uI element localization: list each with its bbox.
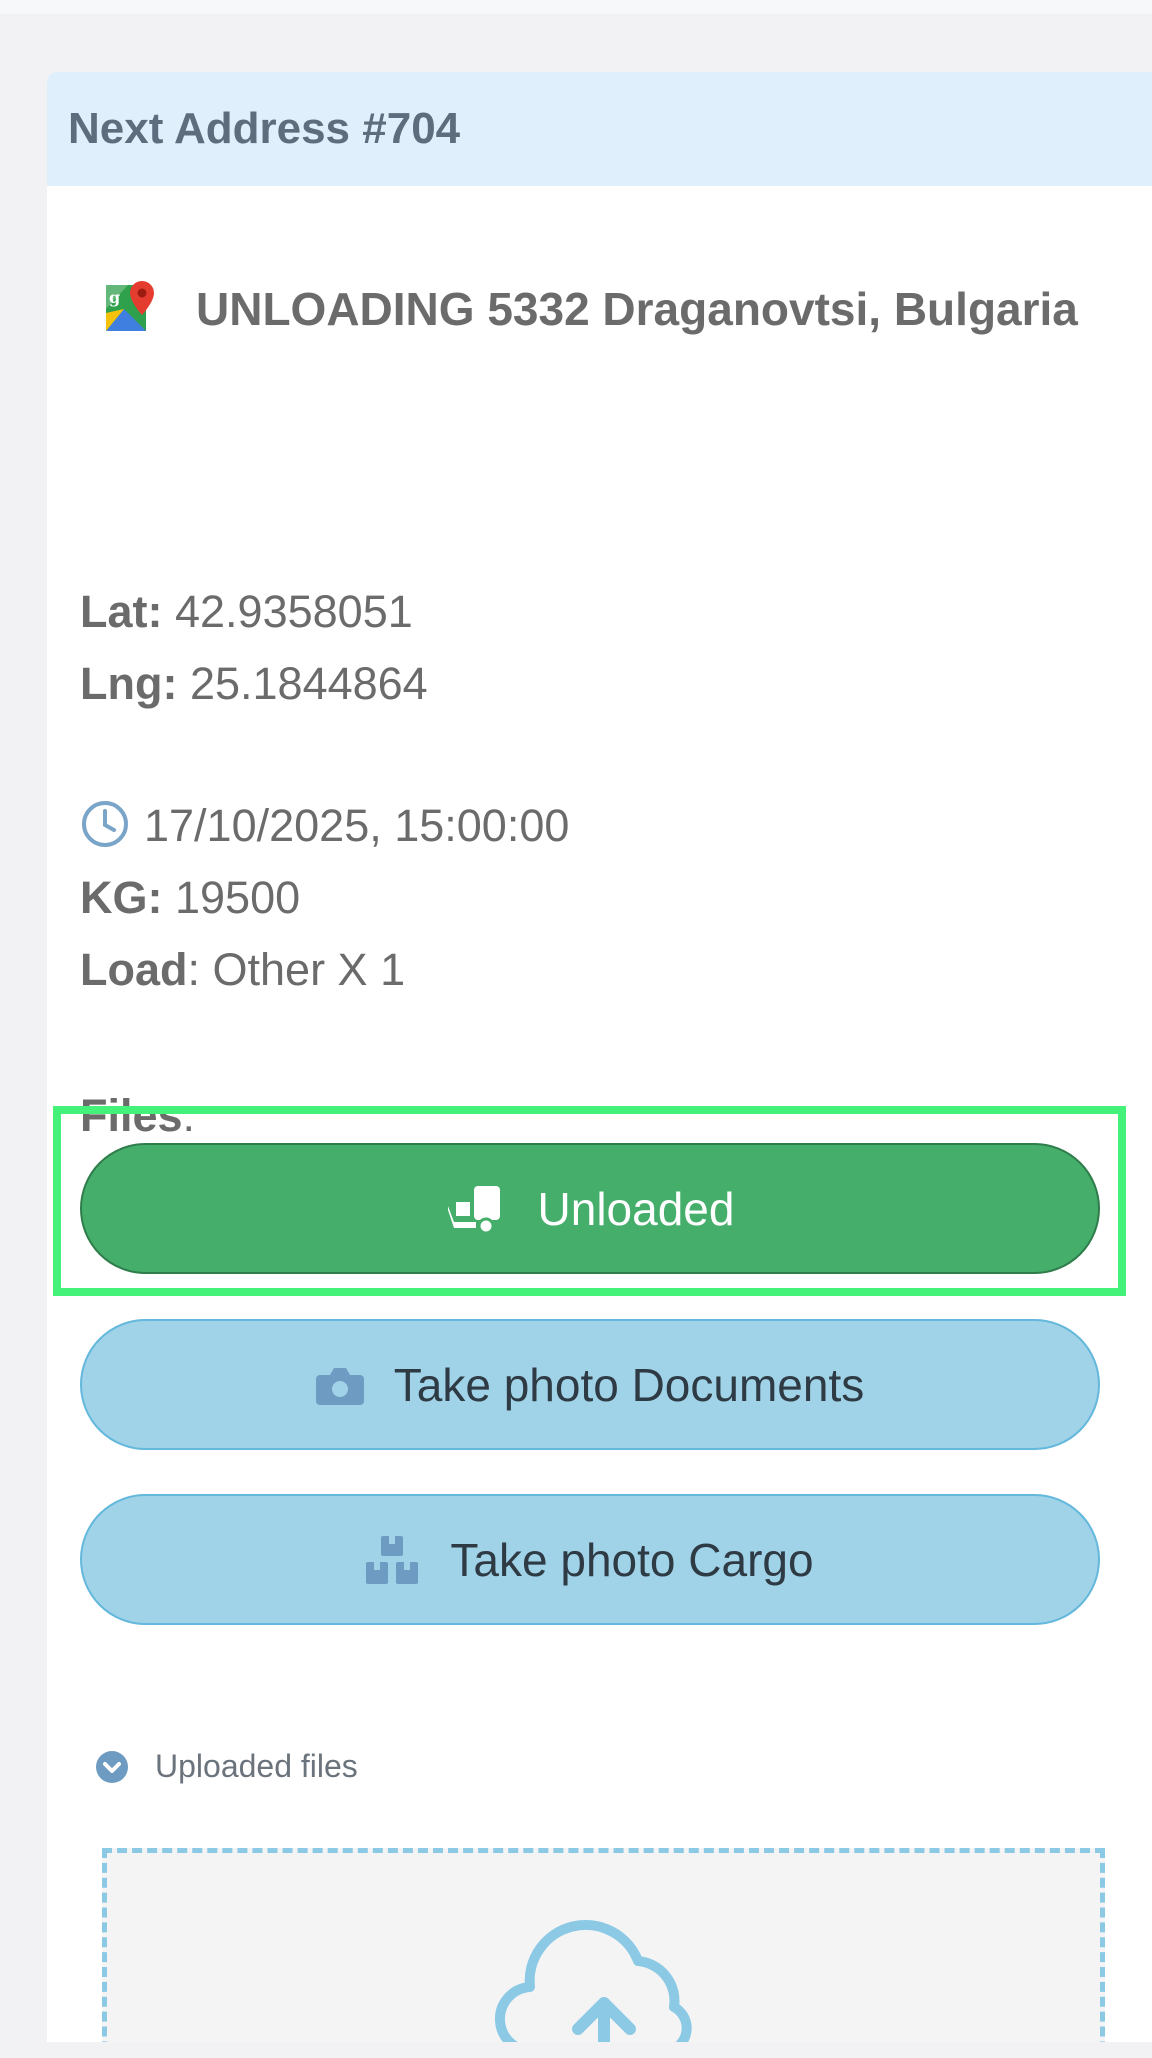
- lat-label: Lat:: [80, 586, 163, 637]
- coordinates: Lat: 42.9358051 Lng: 25.1844864: [80, 576, 428, 720]
- lat-value: 42.9358051: [162, 586, 413, 637]
- top-bar: [0, 0, 1152, 14]
- lng-row: Lng: 25.1844864: [80, 648, 428, 720]
- load-row: Load: Other X 1: [80, 934, 569, 1006]
- take-photo-cargo-label: Take photo Cargo: [450, 1533, 814, 1586]
- take-photo-cargo-button[interactable]: Take photo Cargo: [80, 1494, 1100, 1625]
- lng-label: Lng:: [80, 658, 178, 709]
- load-label: Load: [80, 944, 188, 995]
- take-photo-documents-label: Take photo Documents: [393, 1358, 865, 1411]
- card-title: Next Address #704: [68, 104, 461, 153]
- kg-value: 19500: [162, 872, 301, 923]
- datetime-value: 17/10/2025, 15:00:00: [144, 800, 570, 851]
- uploaded-files-label: Uploaded files: [155, 1748, 358, 1784]
- address-text: UNLOADING 5332 Draganovtsi, Bulgaria: [196, 283, 1078, 335]
- lat-row: Lat: 42.9358051: [80, 576, 428, 648]
- kg-row: KG: 19500: [80, 862, 569, 934]
- datetime-row: 17/10/2025, 15:00:00: [80, 790, 569, 862]
- take-photo-documents-button[interactable]: Take photo Documents: [80, 1319, 1100, 1450]
- load-value: : Other X 1: [187, 944, 406, 995]
- kg-label: KG:: [80, 872, 163, 923]
- google-maps-icon: g: [106, 281, 154, 331]
- dolly-icon: [447, 1185, 500, 1234]
- unloaded-button[interactable]: Unloaded: [80, 1143, 1100, 1274]
- unloaded-label: Unloaded: [537, 1182, 735, 1235]
- camera-icon: [315, 1367, 364, 1405]
- lng-value: 25.1844864: [177, 658, 428, 709]
- card-header: Next Address #704: [47, 72, 1152, 186]
- address-link[interactable]: g UNLOADING 5332 Draganovtsi, Bulgaria: [80, 262, 1152, 356]
- upload-dropzone[interactable]: [102, 1848, 1105, 2042]
- chevron-down-icon: [96, 1750, 128, 1783]
- next-address-card: Next Address #704 g UNLOADING 5332 Draga…: [47, 72, 1152, 2042]
- details: 17/10/2025, 15:00:00 KG: 19500 Load: Oth…: [80, 790, 569, 1006]
- svg-text:g: g: [109, 288, 120, 307]
- uploaded-files-toggle[interactable]: Uploaded files: [95, 1748, 358, 1785]
- boxes-icon: [366, 1535, 419, 1584]
- cloud-upload-icon: [494, 1919, 692, 2042]
- clock-icon: [82, 801, 128, 847]
